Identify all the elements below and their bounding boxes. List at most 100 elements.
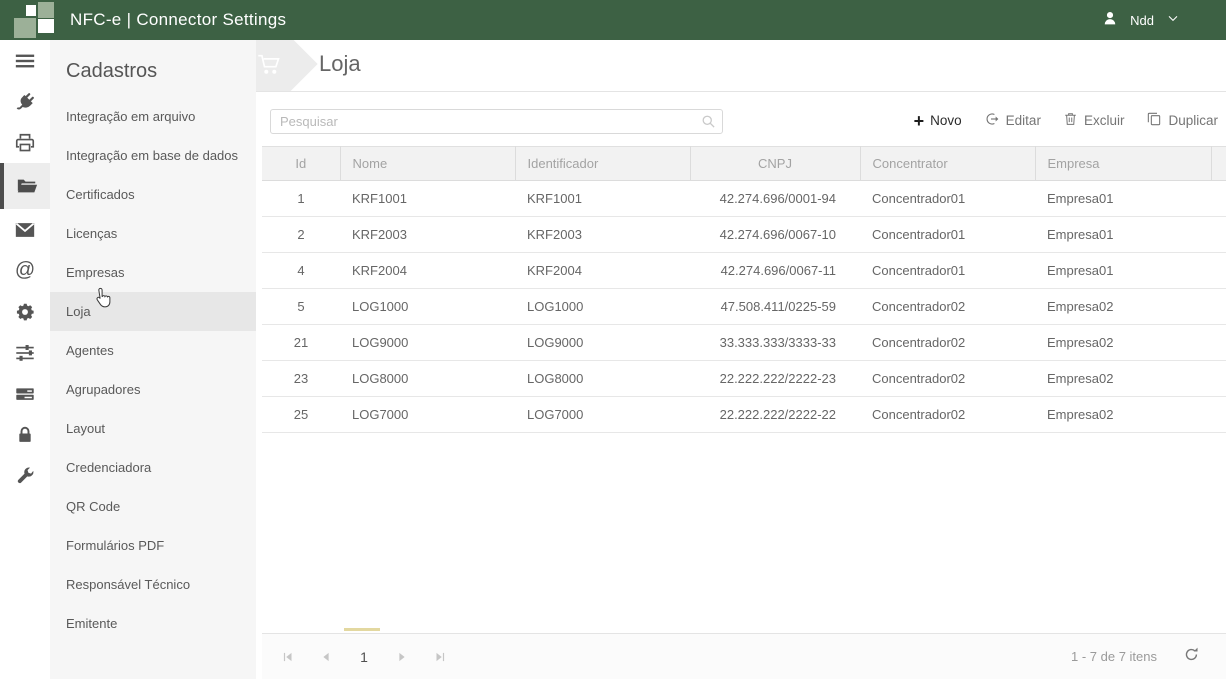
sidebar-item-credenciadora[interactable]: Credenciadora — [50, 448, 256, 487]
chevron-down-icon[interactable] — [1165, 10, 1181, 31]
plug-icon[interactable] — [0, 81, 50, 122]
sidebar-item-integracao-em-base-de-dados[interactable]: Integração em base de dados — [50, 136, 256, 175]
search-icon[interactable] — [701, 114, 716, 134]
current-page-number: 1 — [360, 649, 368, 665]
cell-nome: LOG1000 — [340, 289, 515, 325]
table-row[interactable]: 23 LOG8000 LOG8000 22.222.222/2222-23 Co… — [262, 361, 1226, 397]
icon-rail: @ — [0, 40, 50, 679]
first-page-button[interactable] — [276, 645, 300, 669]
sidebar-item-loja[interactable]: Loja — [50, 292, 256, 331]
cell-concentrator: Concentrador02 — [860, 325, 1035, 361]
wrench-icon[interactable] — [0, 455, 50, 496]
cell-id: 21 — [262, 325, 340, 361]
duplicate-button-label: Duplicar — [1168, 113, 1218, 128]
cell-identificador: LOG8000 — [515, 361, 690, 397]
server-icon[interactable] — [0, 373, 50, 414]
at-icon[interactable]: @ — [0, 250, 50, 291]
cell-empresa: Empresa01 — [1035, 253, 1211, 289]
gear-icon[interactable] — [0, 291, 50, 332]
edit-button[interactable]: Editar — [984, 111, 1041, 130]
cell-empresa: Empresa02 — [1035, 397, 1211, 433]
column-header-id[interactable]: Id — [262, 147, 340, 181]
column-header-nome[interactable]: Nome — [340, 147, 515, 181]
cell-concentrator: Concentrador01 — [860, 217, 1035, 253]
cell-cnpj: 42.274.696/0001-94 — [690, 181, 860, 217]
sidebar-item-agentes[interactable]: Agentes — [50, 331, 256, 370]
cell-id: 1 — [262, 181, 340, 217]
grid-header-row: Id Nome Identificador CNPJ Concentrator … — [262, 147, 1226, 181]
cell-identificador: LOG1000 — [515, 289, 690, 325]
user-menu[interactable]: Ndd — [1101, 9, 1226, 32]
cell-nome: LOG9000 — [340, 325, 515, 361]
toolbar: + Novo Editar Excluir — [914, 111, 1218, 130]
refresh-icon[interactable] — [1183, 646, 1200, 668]
cell-nome: KRF2003 — [340, 217, 515, 253]
folder-open-icon[interactable] — [0, 163, 50, 209]
search-input[interactable] — [270, 109, 723, 134]
cell-id: 25 — [262, 397, 340, 433]
printer-icon[interactable] — [0, 122, 50, 163]
column-header-identificador[interactable]: Identificador — [515, 147, 690, 181]
mail-icon[interactable] — [0, 209, 50, 250]
cell-empresa: Empresa01 — [1035, 217, 1211, 253]
sidebar-item-certificados[interactable]: Certificados — [50, 175, 256, 214]
logo-square — [38, 19, 54, 33]
copy-icon — [1146, 111, 1162, 130]
pager-nav: 1 — [262, 645, 452, 669]
last-page-button[interactable] — [428, 645, 452, 669]
app-title: NFC-e | Connector Settings — [70, 10, 286, 30]
previous-page-button[interactable] — [314, 645, 338, 669]
plus-icon: + — [914, 114, 925, 128]
sidebar-item-licencas[interactable]: Licenças — [50, 214, 256, 253]
cell-id: 4 — [262, 253, 340, 289]
new-button[interactable]: + Novo — [914, 113, 962, 128]
top-header-bar: NFC-e | Connector Settings Ndd — [0, 0, 1226, 40]
page-number-button[interactable]: 1 — [352, 645, 376, 669]
cell-empresa: Empresa02 — [1035, 289, 1211, 325]
delete-button[interactable]: Excluir — [1063, 111, 1125, 130]
cell-cnpj: 47.508.411/0225-59 — [690, 289, 860, 325]
cell-nome: KRF1001 — [340, 181, 515, 217]
next-page-button[interactable] — [390, 645, 414, 669]
logo-square — [14, 18, 36, 38]
at-glyph: @ — [15, 259, 35, 282]
sidebar-item-layout[interactable]: Layout — [50, 409, 256, 448]
menu-icon[interactable] — [0, 40, 50, 81]
column-header-empresa[interactable]: Empresa — [1035, 147, 1211, 181]
sidebar-item-formularios-pdf[interactable]: Formulários PDF — [50, 526, 256, 565]
cell-identificador: KRF1001 — [515, 181, 690, 217]
table-row[interactable]: 21 LOG9000 LOG9000 33.333.333/3333-33 Co… — [262, 325, 1226, 361]
logo-square — [26, 5, 36, 16]
sidebar-item-agrupadores[interactable]: Agrupadores — [50, 370, 256, 409]
lock-icon[interactable] — [0, 414, 50, 455]
user-name: Ndd — [1130, 13, 1154, 28]
sidebar-item-integracao-em-arquivo[interactable]: Integração em arquivo — [50, 97, 256, 136]
cell-concentrator: Concentrador02 — [860, 397, 1035, 433]
column-header-concentrator[interactable]: Concentrator — [860, 147, 1035, 181]
cell-id: 2 — [262, 217, 340, 253]
table-row[interactable]: 1 KRF1001 KRF1001 42.274.696/0001-94 Con… — [262, 181, 1226, 217]
duplicate-button[interactable]: Duplicar — [1146, 111, 1218, 130]
sidebar-item-emitente[interactable]: Emitente — [50, 604, 256, 643]
sliders-icon[interactable] — [0, 332, 50, 373]
table-row[interactable]: 25 LOG7000 LOG7000 22.222.222/2222-22 Co… — [262, 397, 1226, 433]
cell-identificador: LOG7000 — [515, 397, 690, 433]
selected-page-indicator — [344, 628, 380, 631]
table-row[interactable]: 5 LOG1000 LOG1000 47.508.411/0225-59 Con… — [262, 289, 1226, 325]
cell-nome: LOG8000 — [340, 361, 515, 397]
sidebar-item-qr-code[interactable]: QR Code — [50, 487, 256, 526]
sidebar-title: Cadastros — [66, 60, 256, 83]
table-row[interactable]: 4 KRF2004 KRF2004 42.274.696/0067-11 Con… — [262, 253, 1226, 289]
cell-cnpj: 42.274.696/0067-10 — [690, 217, 860, 253]
cell-concentrator: Concentrador02 — [860, 361, 1035, 397]
cell-concentrator: Concentrador02 — [860, 289, 1035, 325]
sidebar-item-empresas[interactable]: Empresas — [50, 253, 256, 292]
data-grid: Id Nome Identificador CNPJ Concentrator … — [262, 146, 1226, 433]
cell-cnpj: 33.333.333/3333-33 — [690, 325, 860, 361]
sidebar-item-responsavel-tecnico[interactable]: Responsável Técnico — [50, 565, 256, 604]
sidebar: Cadastros Integração em arquivo Integraç… — [50, 40, 256, 679]
column-header-cnpj[interactable]: CNPJ — [690, 147, 860, 181]
cell-nome: LOG7000 — [340, 397, 515, 433]
cell-concentrator: Concentrador01 — [860, 253, 1035, 289]
table-row[interactable]: 2 KRF2003 KRF2003 42.274.696/0067-10 Con… — [262, 217, 1226, 253]
